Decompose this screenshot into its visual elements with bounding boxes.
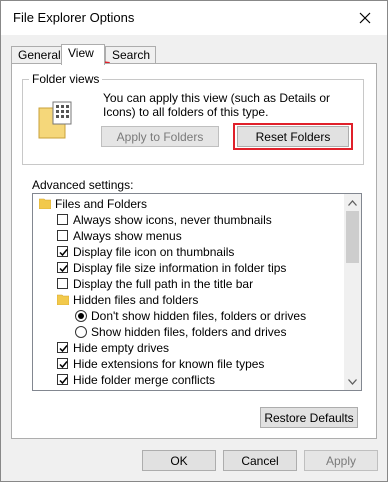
checkmark-icon [59,265,68,273]
title-bar[interactable]: File Explorer Options [1,1,387,35]
checkmark-icon [59,249,68,257]
vertical-scrollbar[interactable] [344,194,361,390]
folder-icon [39,198,51,209]
checkbox-checked[interactable] [57,342,68,353]
window-title: File Explorer Options [13,10,135,25]
cancel-button[interactable]: Cancel [223,450,297,471]
restore-defaults-button[interactable]: Restore Defaults [260,407,358,428]
chevron-up-icon [348,199,357,206]
checkbox-checked[interactable] [57,246,68,257]
checkmark-icon [59,345,68,353]
checkbox[interactable] [57,278,68,289]
checkbox[interactable] [57,230,68,241]
close-icon [359,12,371,24]
advanced-settings-list[interactable]: Files and Folders Always show icons, nev… [32,193,362,391]
scroll-up-button[interactable] [344,194,361,211]
reset-folders-highlight [233,123,353,150]
checkbox[interactable] [57,214,68,225]
file-explorer-options-dialog: File Explorer Options General View Searc… [0,0,388,482]
close-button[interactable] [343,1,387,35]
checkmark-icon [59,361,68,369]
ok-button[interactable]: OK [142,450,216,471]
folder-views-label: Folder views [29,72,103,86]
tab-view[interactable]: View [61,44,105,65]
radio[interactable] [75,326,87,338]
checkmark-icon [59,377,68,385]
radio-selected[interactable] [75,310,87,322]
folder-icon [57,294,69,305]
advanced-settings-label: Advanced settings: [32,178,134,192]
folder-views-icon [38,101,72,139]
folder-views-description: You can apply this view (such as Details… [103,91,331,119]
scroll-thumb[interactable] [346,211,359,263]
apply-to-folders-button[interactable]: Apply to Folders [101,126,219,147]
checkbox-checked[interactable] [57,358,68,369]
checkbox-checked[interactable] [57,262,68,273]
view-tab-panel: Folder views You can apply this view (su… [11,63,377,439]
scroll-down-button[interactable] [344,373,361,390]
checkbox-checked[interactable] [57,374,68,385]
chevron-down-icon [348,378,357,385]
apply-button[interactable]: Apply [304,450,378,471]
folder-views-group: Folder views You can apply this view (su… [22,72,364,165]
